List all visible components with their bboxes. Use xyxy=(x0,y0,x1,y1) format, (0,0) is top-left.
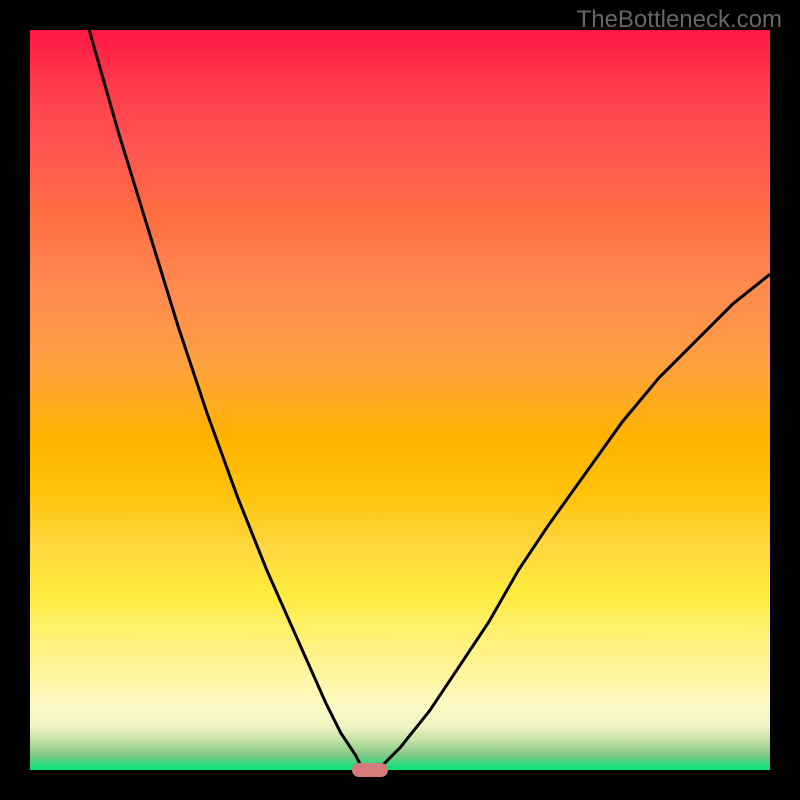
watermark-text: TheBottleneck.com xyxy=(577,6,782,34)
left-curve xyxy=(89,30,363,770)
bottleneck-marker xyxy=(352,763,388,777)
right-curve xyxy=(378,274,770,770)
curve-svg xyxy=(30,30,770,770)
plot-area xyxy=(30,30,770,770)
chart-container: TheBottleneck.com xyxy=(0,0,800,800)
